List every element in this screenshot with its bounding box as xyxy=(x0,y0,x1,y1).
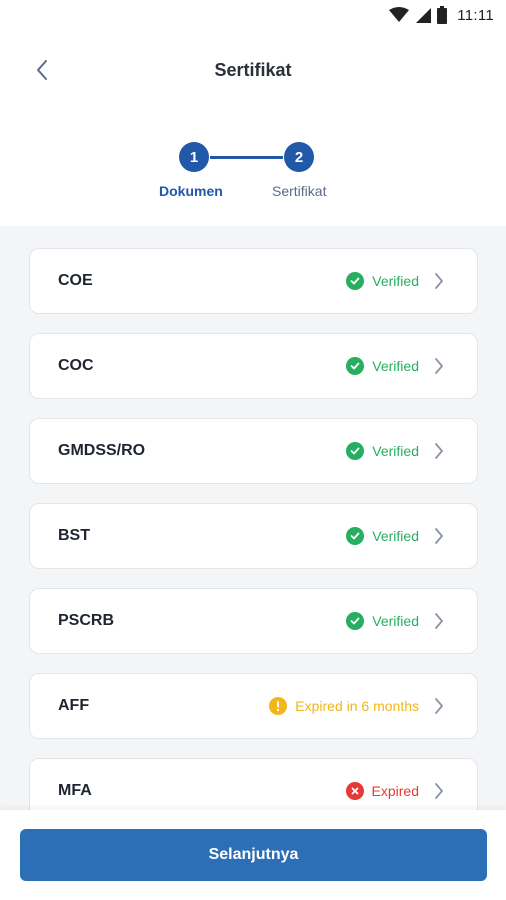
step-2-label: Sertifikat xyxy=(272,183,327,199)
certificate-name: MFA xyxy=(58,782,92,799)
step-1-label: Dokumen xyxy=(159,183,223,199)
next-button[interactable]: Selanjutnya xyxy=(20,829,487,881)
status-badge: Expired in 6 months xyxy=(269,697,419,715)
certificate-item-pscrb[interactable]: PSCRB Verified xyxy=(29,588,478,654)
bottom-action-bar: Selanjutnya xyxy=(0,810,506,900)
certificate-name: BST xyxy=(58,527,90,544)
step-2-indicator: 2 xyxy=(284,142,314,172)
status-badge: Verified xyxy=(346,442,419,460)
certificate-item-mfa[interactable]: MFA Expired xyxy=(29,758,478,810)
status-badge: Expired xyxy=(345,782,419,800)
status-text: Verified xyxy=(372,528,419,544)
status-badge: Verified xyxy=(346,527,419,545)
certificate-item-aff[interactable]: AFF Expired in 6 months xyxy=(29,673,478,739)
certificate-item-gmdss-ro[interactable]: GMDSS/RO Verified xyxy=(29,418,478,484)
certificate-name: COC xyxy=(58,357,94,374)
status-text: Expired in 6 months xyxy=(295,698,419,714)
check-circle-icon xyxy=(346,527,365,545)
check-circle-icon xyxy=(346,272,365,290)
check-circle-icon xyxy=(346,442,365,460)
status-text: Verified xyxy=(372,443,419,459)
status-badge: Verified xyxy=(346,612,419,630)
chevron-right-icon xyxy=(433,612,445,630)
step-connector xyxy=(210,156,283,159)
status-text: Verified xyxy=(372,613,419,629)
certificate-item-coe[interactable]: COE Verified xyxy=(29,248,478,314)
chevron-right-icon xyxy=(433,357,445,375)
status-badge: Verified xyxy=(346,272,419,290)
warning-circle-icon xyxy=(269,697,288,715)
certificate-name: GMDSS/RO xyxy=(58,442,146,459)
chevron-right-icon xyxy=(433,272,445,290)
battery-icon xyxy=(437,6,448,24)
check-circle-icon xyxy=(346,357,365,375)
status-bar: 11:11 xyxy=(0,0,506,30)
status-text: Expired xyxy=(371,783,419,799)
certificate-list[interactable]: COE Verified COC Verified GMDSS/RO Verif… xyxy=(0,226,506,810)
close-circle-icon xyxy=(345,782,364,800)
status-text: Verified xyxy=(372,273,419,289)
chevron-right-icon xyxy=(433,527,445,545)
status-badge: Verified xyxy=(346,357,419,375)
certificate-name: COE xyxy=(58,272,93,289)
step-1-indicator: 1 xyxy=(179,142,209,172)
page-title: Sertifikat xyxy=(214,60,292,80)
chevron-right-icon xyxy=(433,782,445,800)
progress-stepper: 1 2 Dokumen Sertifikat xyxy=(0,114,506,226)
check-circle-icon xyxy=(346,612,365,630)
certificate-item-coc[interactable]: COC Verified xyxy=(29,333,478,399)
certificate-item-bst[interactable]: BST Verified xyxy=(29,503,478,569)
app-header: Sertifikat xyxy=(0,30,506,114)
clock-time: 11:11 xyxy=(457,6,494,24)
wifi-icon xyxy=(389,7,410,22)
chevron-right-icon xyxy=(433,697,445,715)
certificate-name: PSCRB xyxy=(58,612,115,629)
cellular-signal-icon xyxy=(416,8,432,23)
chevron-right-icon xyxy=(433,442,445,460)
status-text: Verified xyxy=(372,358,419,374)
certificate-name: AFF xyxy=(58,697,90,714)
